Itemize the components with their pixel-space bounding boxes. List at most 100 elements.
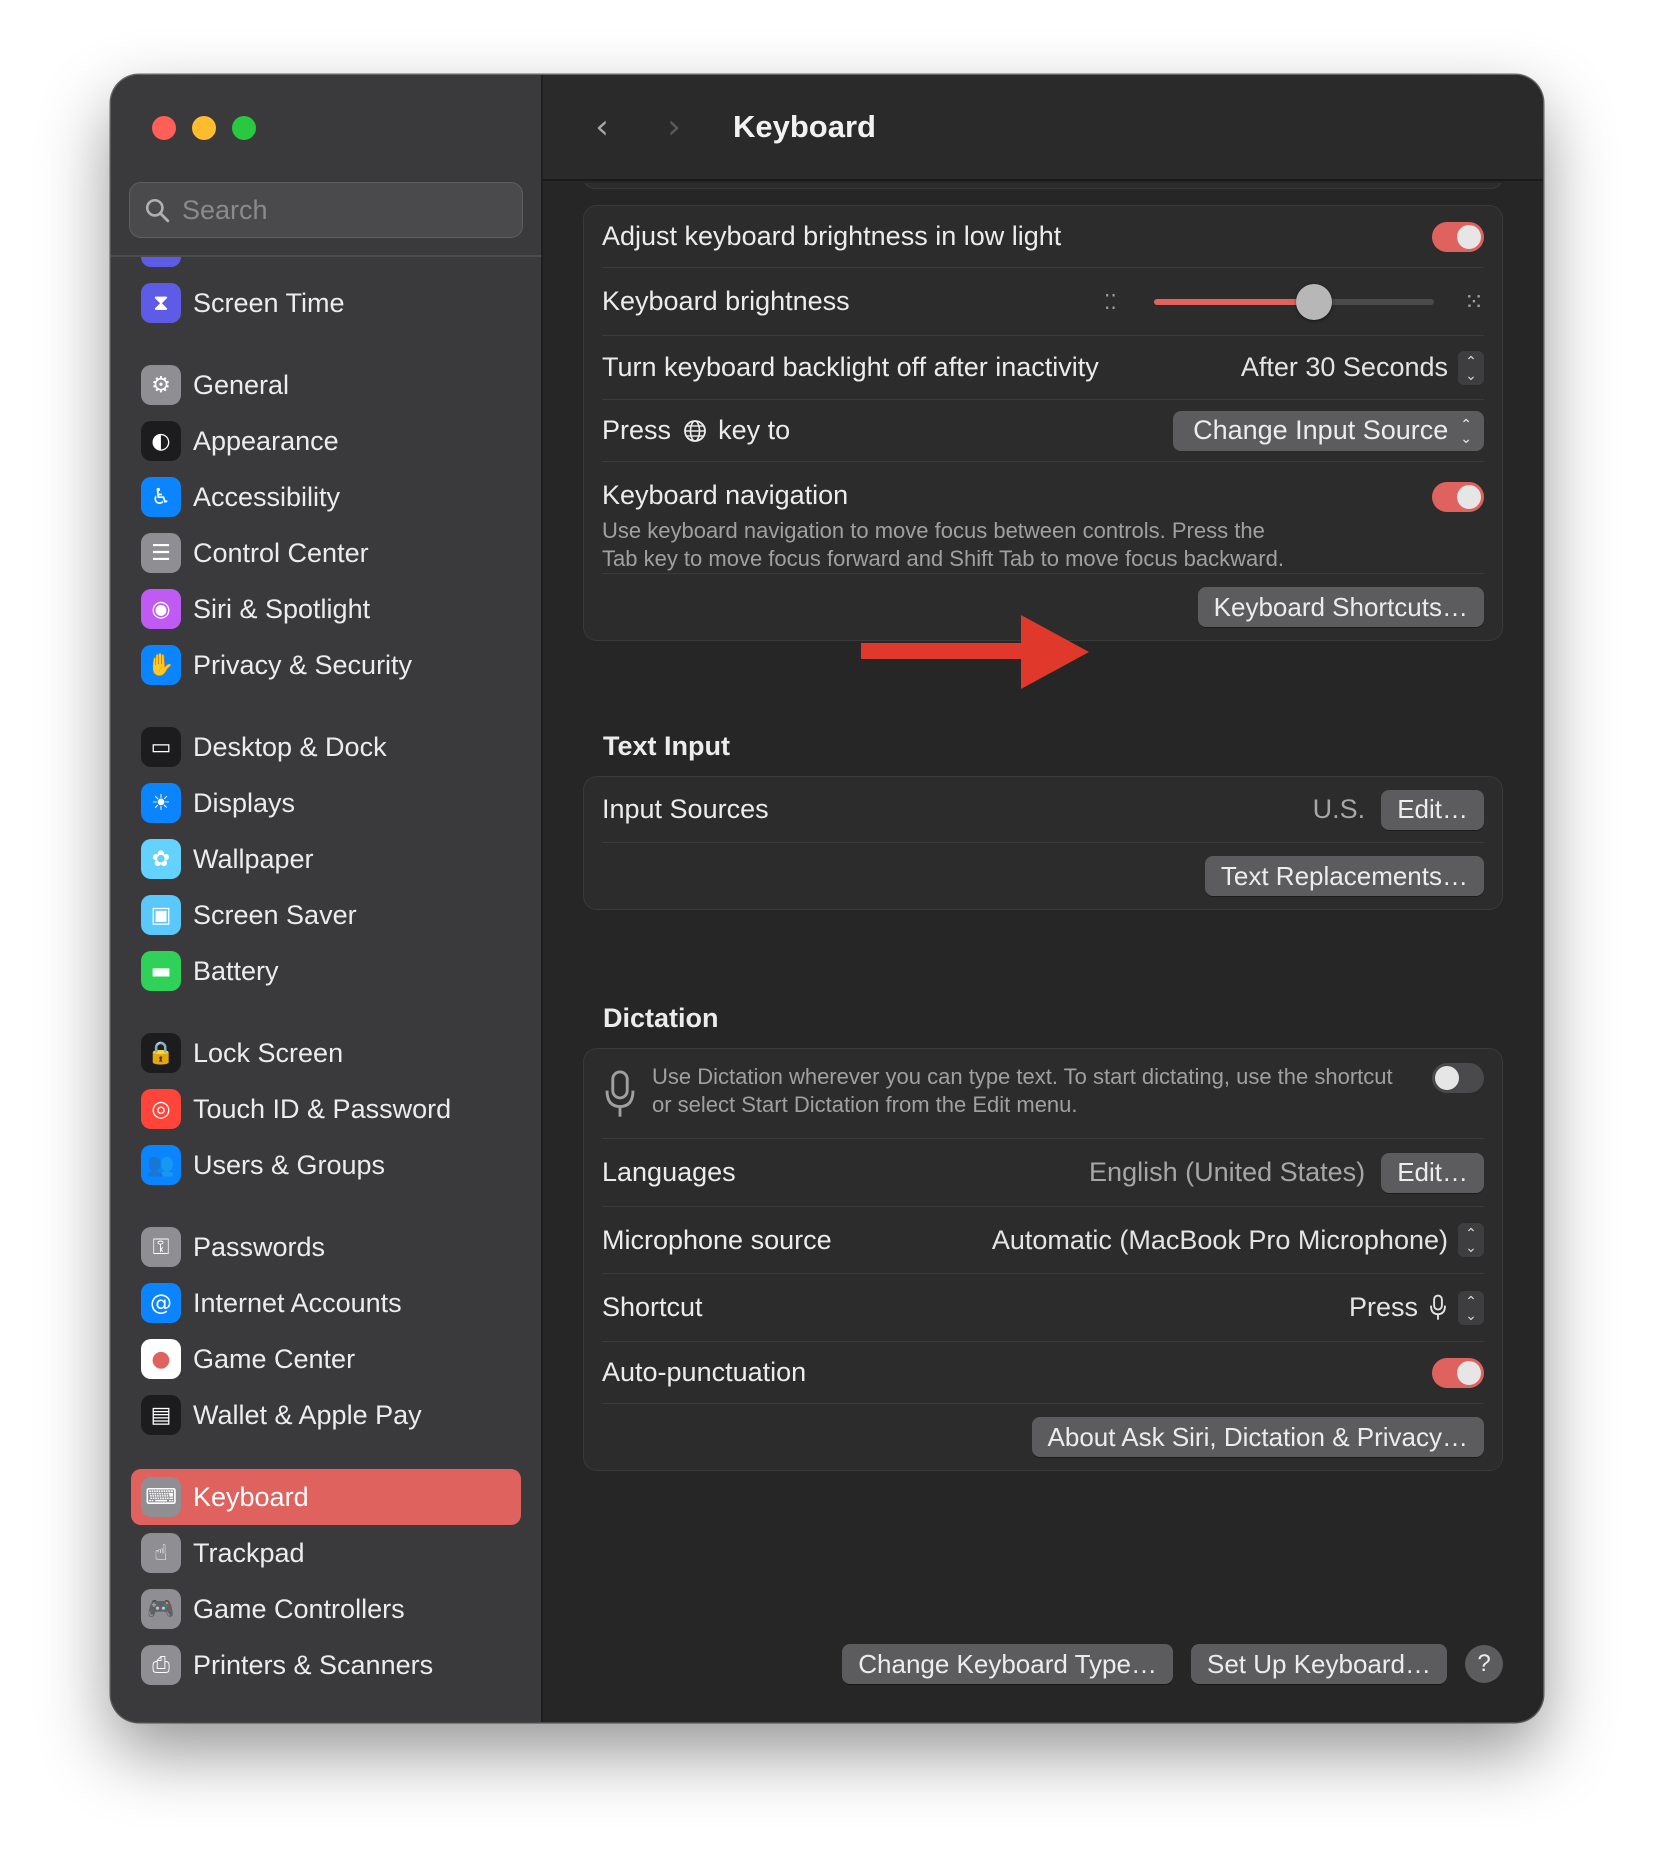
- moon-icon: ☾: [141, 257, 181, 267]
- control-center-icon: ☰: [141, 533, 181, 573]
- sidebar-item-general[interactable]: ⚙ General: [131, 357, 521, 413]
- auto-punctuation-toggle[interactable]: [1432, 1357, 1484, 1388]
- sidebar-item-trackpad[interactable]: ☝ Trackpad: [131, 1525, 521, 1581]
- sidebar-item-label: Screen Time: [193, 287, 345, 318]
- slider-fill: [1154, 298, 1314, 305]
- help-button[interactable]: ?: [1465, 1645, 1503, 1683]
- text-input-title: Text Input: [603, 731, 730, 761]
- battery-icon: ▬: [141, 951, 181, 991]
- auto-punctuation-label: Auto-punctuation: [602, 1357, 807, 1387]
- sidebar-item-game-center[interactable]: ● Game Center: [131, 1331, 521, 1387]
- languages-edit-button[interactable]: Edit…: [1381, 1152, 1484, 1193]
- keyboard-brightness-slider[interactable]: ⁚⁚ ⁙: [1104, 282, 1484, 322]
- previous-card-edge: [583, 183, 1503, 189]
- flower-icon: ✿: [141, 839, 181, 879]
- sidebar-item-siri-spotlight[interactable]: ◉ Siri & Spotlight: [131, 581, 521, 637]
- sidebar-list[interactable]: ☾ Focus ⧗ Screen Time ⚙ General ◐ Appearance ♿ Ac…: [111, 257, 541, 1722]
- keyboard-brightness-label: Keyboard brightness: [602, 286, 850, 316]
- sidebar-item-desktop-dock[interactable]: ▭ Desktop & Dock: [131, 719, 521, 775]
- brightness-low-icon: ⁚⁚: [1104, 289, 1117, 314]
- search-field[interactable]: [129, 182, 523, 238]
- backlight-popup[interactable]: After 30 Seconds ⌃ ⌄: [1241, 350, 1484, 385]
- sidebar-item-displays[interactable]: ☀ Displays: [131, 775, 521, 831]
- chevron-up-down-icon: ⌃ ⌄: [1458, 1223, 1484, 1257]
- sun-icon: ☀: [141, 783, 181, 823]
- change-keyboard-type-button[interactable]: Change Keyboard Type…: [842, 1644, 1173, 1684]
- microphone-source-label: Microphone source: [602, 1224, 832, 1255]
- dock-icon: ▭: [141, 727, 181, 767]
- at-icon: @: [141, 1283, 181, 1323]
- input-sources-edit-button[interactable]: Edit…: [1381, 789, 1484, 830]
- sidebar-item-label: Users & Groups: [193, 1149, 386, 1180]
- keyboard-navigation-toggle[interactable]: [1432, 482, 1484, 512]
- wallet-icon: ▤: [141, 1395, 181, 1435]
- about-dictation-row: About Ask Siri, Dictation & Privacy…: [602, 1404, 1484, 1470]
- sidebar-item-label: Keyboard: [193, 1481, 309, 1512]
- sidebar-item-control-center[interactable]: ☰ Control Center: [131, 525, 521, 581]
- brightness-high-icon: ⁙: [1463, 287, 1484, 316]
- keyboard-shortcuts-button[interactable]: Keyboard Shortcuts…: [1197, 587, 1484, 627]
- sidebar-item-label: Battery: [193, 955, 279, 986]
- backlight-label: Turn keyboard backlight off after inacti…: [602, 352, 1099, 382]
- sidebar-item-label: Game Controllers: [193, 1593, 405, 1624]
- brightness-low-light-label: Adjust keyboard brightness in low light: [602, 221, 1062, 251]
- microphone-source-row: Microphone source Automatic (MacBook Pro…: [602, 1207, 1484, 1274]
- sidebar-item-wallet-apple-pay[interactable]: ▤ Wallet & Apple Pay: [131, 1387, 521, 1443]
- about-dictation-button[interactable]: About Ask Siri, Dictation & Privacy…: [1031, 1417, 1484, 1457]
- sidebar-item-label: Game Center: [193, 1343, 356, 1374]
- sidebar-item-keyboard[interactable]: ⌨ Keyboard: [131, 1469, 521, 1525]
- sidebar-item-users-groups[interactable]: 👥 Users & Groups: [131, 1137, 521, 1193]
- printer-icon: ⎙: [141, 1645, 181, 1685]
- sidebar-group: ⌨ Keyboard ☝ Trackpad 🎮 Game Controllers ⎙ Prin…: [111, 1469, 541, 1693]
- sidebar-scroll: ☾ Focus ⧗ Screen Time ⚙ General ◐ Appearance ♿ Ac…: [111, 257, 541, 1693]
- search-input[interactable]: [182, 194, 502, 226]
- brightness-low-light-toggle[interactable]: [1432, 221, 1484, 252]
- slider-thumb[interactable]: [1295, 283, 1332, 320]
- sidebar-item-focus[interactable]: ☾ Focus: [131, 257, 521, 275]
- lock-icon: 🔒: [141, 1033, 181, 1073]
- gear-icon: ⚙: [141, 365, 181, 405]
- dictation-title: Dictation: [603, 1003, 719, 1033]
- sidebar-item-battery[interactable]: ▬ Battery: [131, 943, 521, 999]
- input-sources-value: U.S.: [1312, 794, 1366, 824]
- sidebar-group: 🔒 Lock Screen ◎ Touch ID & Password 👥 Users &…: [111, 1025, 541, 1193]
- sidebar-item-passwords[interactable]: ⚿ Passwords: [131, 1219, 521, 1275]
- sidebar-item-privacy-security[interactable]: ✋ Privacy & Security: [131, 637, 521, 693]
- sidebar-item-printers-scanners[interactable]: ⎙ Printers & Scanners: [131, 1637, 521, 1693]
- minimize-button[interactable]: [192, 116, 216, 140]
- sidebar-item-screen-time[interactable]: ⧗ Screen Time: [131, 275, 521, 331]
- shortcut-popup[interactable]: Press ⌃ ⌄: [1349, 1290, 1484, 1325]
- forward-button[interactable]: ›: [655, 107, 693, 147]
- globe-icon: [683, 420, 706, 442]
- sidebar-item-internet-accounts[interactable]: @ Internet Accounts: [131, 1275, 521, 1331]
- sidebar-item-appearance[interactable]: ◐ Appearance: [131, 413, 521, 469]
- sidebar-item-label: Touch ID & Password: [193, 1093, 452, 1124]
- sidebar-item-screen-saver[interactable]: ▣ Screen Saver: [131, 887, 521, 943]
- shortcut-label: Shortcut: [602, 1292, 703, 1322]
- close-button[interactable]: [152, 116, 176, 140]
- sidebar-item-touch-id-password[interactable]: ◎ Touch ID & Password: [131, 1081, 521, 1137]
- sidebar-item-label: Wallpaper: [193, 843, 314, 874]
- keyboard-navigation-description: Use keyboard navigation to move focus be…: [602, 518, 1284, 571]
- sidebar-item-wallpaper[interactable]: ✿ Wallpaper: [131, 831, 521, 887]
- keyboard-icon: ⌨: [141, 1477, 181, 1517]
- chevron-up-down-icon: ⌃ ⌄: [1458, 1290, 1484, 1325]
- sidebar-group: ⚙ General ◐ Appearance ♿ Accessibility ☰ Contro…: [111, 357, 541, 693]
- backlight-row: Turn keyboard backlight off after inacti…: [602, 336, 1484, 400]
- sidebar-item-game-controllers[interactable]: 🎮 Game Controllers: [131, 1581, 521, 1637]
- back-button[interactable]: ‹: [583, 107, 621, 147]
- zoom-button[interactable]: [232, 116, 256, 140]
- microphone-source-popup[interactable]: Automatic (MacBook Pro Microphone) ⌃ ⌄: [992, 1223, 1484, 1257]
- sidebar-group: ⚿ Passwords @ Internet Accounts ● Game Center…: [111, 1219, 541, 1443]
- press-key-popup[interactable]: Change Input Source ⌃ ⌄: [1173, 410, 1484, 451]
- press-key-value: Change Input Source: [1193, 415, 1449, 445]
- toolbar: ‹ › Keyboard: [543, 75, 1543, 181]
- shortcut-row: Shortcut Press ⌃ ⌄: [602, 1274, 1484, 1342]
- sidebar-item-accessibility[interactable]: ♿ Accessibility: [131, 469, 521, 525]
- text-replacements-button[interactable]: Text Replacements…: [1204, 856, 1484, 896]
- sidebar-item-lock-screen[interactable]: 🔒 Lock Screen: [131, 1025, 521, 1081]
- sidebar-item-label: Desktop & Dock: [193, 731, 387, 762]
- press-key-label: Press key to: [602, 415, 791, 445]
- set-up-keyboard-button[interactable]: Set Up Keyboard…: [1190, 1644, 1447, 1684]
- dictation-toggle[interactable]: [1432, 1063, 1484, 1093]
